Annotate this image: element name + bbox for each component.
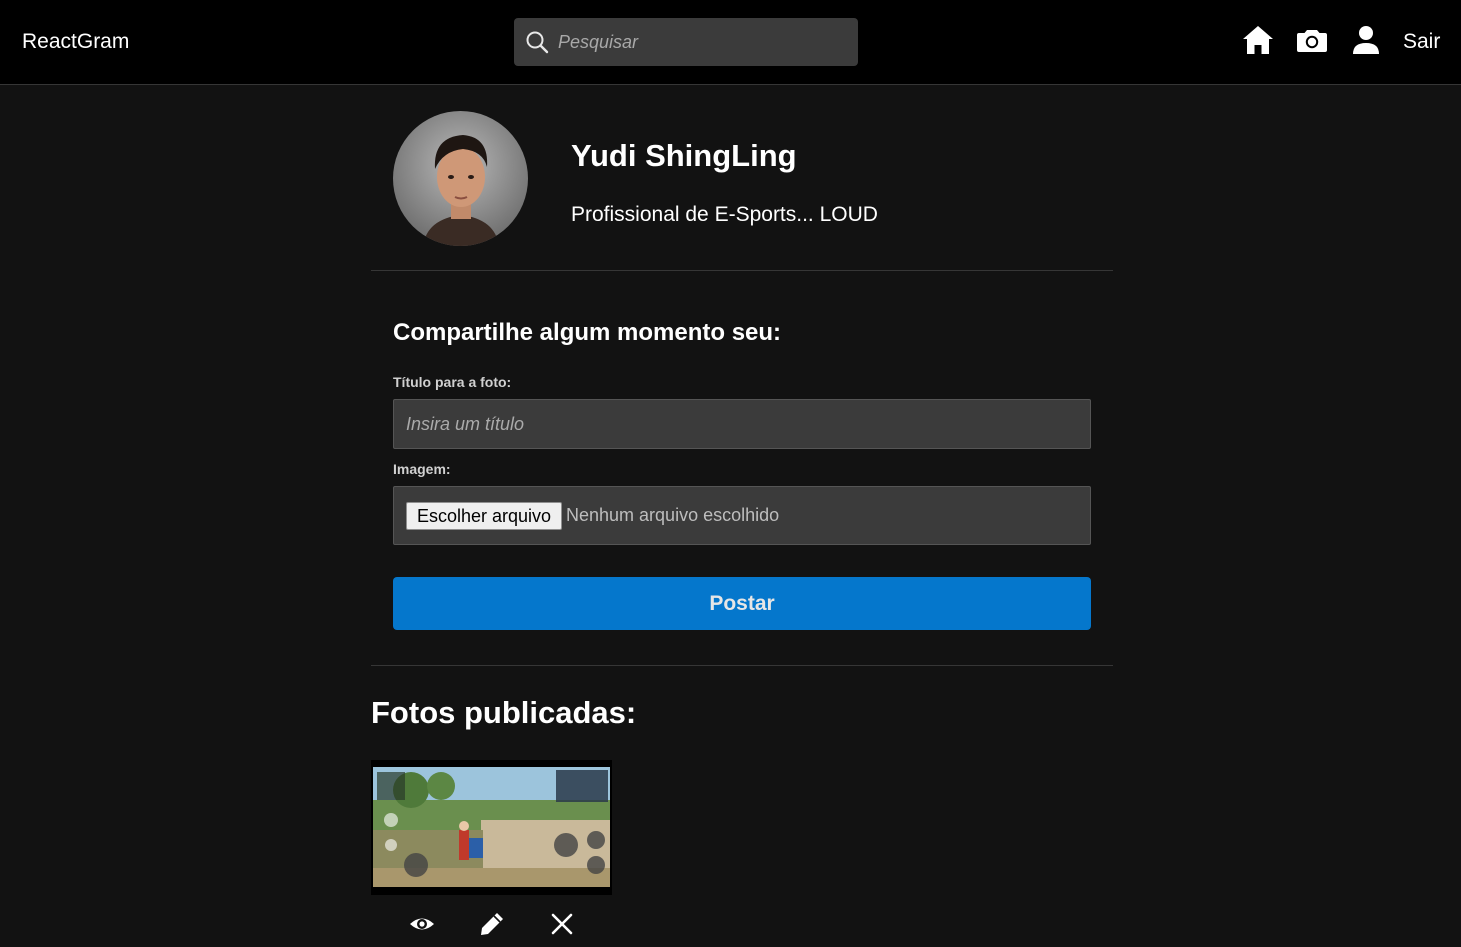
search-icon xyxy=(525,30,549,54)
new-photo-form: Compartilhe algum momento seu: Título pa… xyxy=(371,271,1113,666)
choose-file-button[interactable]: Escolher arquivo xyxy=(406,502,563,530)
navbar: ReactGram Sair xyxy=(0,0,1461,85)
profile-bio: Profissional de E-Sports... LOUD xyxy=(571,203,878,226)
camera-icon[interactable] xyxy=(1296,24,1328,56)
search-input[interactable] xyxy=(558,18,848,66)
user-icon[interactable] xyxy=(1350,24,1382,56)
view-icon[interactable] xyxy=(408,910,436,938)
profile-name: Yudi ShingLing xyxy=(571,138,797,173)
file-status-text: Nenhum arquivo escolhido xyxy=(566,505,780,525)
edit-icon[interactable] xyxy=(478,910,506,938)
form-heading: Compartilhe algum momento seu: xyxy=(393,319,782,346)
photo-title-input[interactable] xyxy=(393,399,1091,449)
image-file-input[interactable]: Escolher arquivo Nenhum arquivo escolhid… xyxy=(393,486,1091,545)
search-form xyxy=(514,18,858,66)
title-field-label: Título para a foto: xyxy=(393,374,512,390)
post-button[interactable]: Postar xyxy=(393,577,1091,630)
published-photos-heading: Fotos publicadas: xyxy=(371,695,637,730)
home-icon[interactable] xyxy=(1242,24,1274,56)
profile-avatar xyxy=(393,111,528,246)
delete-icon[interactable] xyxy=(548,910,576,938)
photo-thumbnail[interactable] xyxy=(371,760,612,895)
profile-header: Yudi ShingLing Profissional de E-Sports.… xyxy=(371,86,1113,271)
image-field-label: Imagem: xyxy=(393,461,451,477)
logout-link[interactable]: Sair xyxy=(1403,30,1440,54)
brand-logo-link[interactable]: ReactGram xyxy=(22,30,129,54)
